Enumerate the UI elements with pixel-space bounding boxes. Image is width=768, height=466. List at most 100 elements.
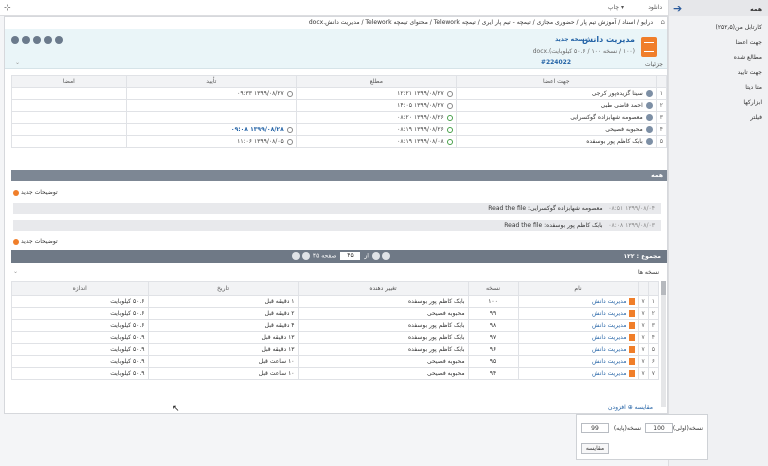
approvals-table: جهت اعضا مطلع تأیید امضا ۱ سینا گزیده‌پور… [11,75,667,148]
new-comment-link[interactable]: توضیحات جدید [13,189,58,196]
version-date: ۱۳ دقیقه قبل [147,331,299,344]
approval-row[interactable]: ۳ معصومه شهابزاده گوکسرایی ۱۳۹۹/۰۸/۲۶ ۰۸:۲… [11,111,667,124]
version-name-cell[interactable]: مدیریت دانش [517,307,639,320]
col-date[interactable]: تاریخ [147,281,299,296]
share-icon[interactable] [22,36,30,44]
compare-add-bar[interactable]: مقایسه ⊕ افزودن [608,404,653,411]
version-name-link[interactable]: مدیریت دانش [592,310,626,317]
first-page-icon[interactable] [292,252,300,260]
comment-text: ۱۳۹۹/۰۸/۰۴ ۰۸:۵۱ معصومه شهابزاده گوکسرای… [488,205,655,212]
version-name-link[interactable]: مدیریت دانش [592,298,626,305]
row-flag: ۷ [637,355,649,368]
version1-field[interactable]: 100 [645,423,673,433]
version-row[interactable]: ۶ ۷ مدیریت دانش ۹۵ محبوبه فصیحی ۱۰ ساعت قبل ۵۰… [11,355,660,368]
sidebar-item-read[interactable]: مطالع شده [734,54,762,61]
version-date: ۱۰ ساعت قبل [147,355,299,368]
version-row[interactable]: ۳ ۷ مدیریت دانش ۹۸ بابک کاظم پور بوسفده ۴ دقی… [11,319,660,332]
versions-scrollbar[interactable] [661,281,666,407]
sidebar-item-all[interactable]: همه [750,6,762,13]
new-comment-link[interactable]: توضیحات جدید [13,238,58,245]
edit-icon[interactable] [11,36,19,44]
approve-cell: ۱۳۹۹/۰۸/۲۷ ۰۹:۳۳ [125,87,297,100]
main-panel: ⌂ درایو / اسناد / آموزش تیم پار / حضوری … [4,16,668,414]
page-input[interactable]: ۴۵ [340,252,361,260]
prev-page-icon[interactable] [302,252,310,260]
history-icon[interactable] [44,36,52,44]
clock-icon [286,126,293,133]
version-name-link[interactable]: مدیریت دانش [592,334,626,341]
version-name-cell[interactable]: مدیریت دانش [517,343,639,356]
version-row[interactable]: ۷ ۷ مدیریت دانش ۹۴ محبوبه فصیحی ۱۰ ساعت قبل ۵۰… [11,367,660,380]
sidebar-item-inbox[interactable]: کارتابل من(۲۵۲٫۵) [715,24,762,31]
version-size: ۵۰.۹ کیلوبایت [11,355,149,368]
col-name[interactable]: نام [517,281,639,296]
sidebar-item-approval[interactable]: جهت تایید [738,69,762,76]
next-page-icon[interactable] [371,252,380,260]
print-button[interactable]: چاپ ▾ [608,4,624,11]
read-date: ۱۳۹۹/۰۸/۲۷ ۱۲:۲۱ [397,90,444,97]
version-row[interactable]: ۱ ۷ مدیریت دانش ۱۰۰ بابک کاظم پور بوسفده ۱ دق… [11,295,660,308]
status-icon [446,90,453,97]
read-date: ۱۳۹۹/۰۸/۲۶ ۰۸:۱۹ [397,126,444,133]
breadcrumb-path[interactable]: درایو / اسناد / آموزش تیم پار / حضوری مج… [309,19,653,26]
version-name-link[interactable]: مدیریت دانش [592,358,626,365]
last-page-icon[interactable] [381,252,390,260]
approval-row[interactable]: ۱ سینا گزیده‌پور کرجی ۱۳۹۹/۰۸/۲۷ ۱۲:۲۱ ۱۳۹۹… [11,87,667,100]
status-icon [446,138,453,145]
col-size[interactable]: اندازه [11,281,149,296]
version-row[interactable]: ۲ ۷ مدیریت دانش ۹۹ محبوبه فصیحی ۲ دقیقه قبل ۵۰… [11,307,660,320]
version2-field[interactable]: 99 [581,423,609,433]
sidebar-item-signing[interactable]: جهت اعضا [735,39,762,46]
col-flag [637,281,649,296]
avatar-icon [645,90,653,97]
status-icon [446,126,453,133]
of-label: از [364,252,369,260]
version-name-cell[interactable]: مدیریت دانش [517,355,639,368]
print-icon[interactable] [55,36,63,44]
version-name-cell[interactable]: مدیریت دانش [517,319,639,332]
sidebar-item-widgets[interactable]: ابزارکها [743,99,762,106]
compare-button[interactable]: مقایسه [581,443,609,454]
changer-name: محبوبه فصیحی [297,307,469,320]
filter-all-label[interactable]: همه [651,172,663,179]
col-version[interactable]: نسخه [467,281,519,296]
approve-cell [125,99,297,112]
back-arrow-icon[interactable]: ➔ [673,2,682,15]
approval-row[interactable]: ۲ احمد قاضی طبی ۱۳۹۹/۰۸/۲۷ ۱۴:۰۵ [11,99,667,112]
version-name-link[interactable]: مدیریت دانش [592,322,626,329]
approval-row[interactable]: ۵ بابک کاظم پور بوسفده ۱۳۹۹/۰۸/۰۸ ۰۸:۱۹ ۱۳۹… [11,135,667,148]
version-name-link[interactable]: مدیریت دانش [592,370,626,377]
sidebar-item-filter[interactable]: فیلتر [750,114,762,121]
chevron-down-icon[interactable]: ⌄ [13,268,18,275]
document-number[interactable]: #224022 [541,59,571,66]
version-size: ۵۰.۹ کیلوبایت [11,367,149,380]
link-icon[interactable] [33,36,41,44]
home-icon[interactable]: ⌂ [661,18,665,26]
comments-filter-bar: همه [11,170,667,181]
file-icon [628,358,635,365]
col-changer[interactable]: تغییر دهنده [297,281,469,296]
comment-text: ۱۳۹۹/۰۸/۰۳ ۰۸:۰۸ بابک کاظم پور بوسفده: R… [504,222,655,229]
row-flag: ۷ [637,295,649,308]
sidebar-item-metadata[interactable]: متا دیتا [745,84,762,91]
file-icon [628,346,635,353]
grid-icon[interactable]: ⊹ [4,3,14,13]
approval-row[interactable]: ۴ محبوبه فصیحی ۱۳۹۹/۰۸/۲۶ ۰۸:۱۹ ۱۳۹۹/۰۸/۲۸ … [11,123,667,136]
version-name-link[interactable]: مدیریت دانش [592,346,626,353]
version-name-cell[interactable]: مدیریت دانش [517,331,639,344]
version-name-cell[interactable]: مدیریت دانش [517,295,639,308]
details-label[interactable]: جزئیات [645,61,663,68]
scrollbar-thumb[interactable] [661,281,666,295]
version-name-cell[interactable]: مدیریت دانش [517,367,639,380]
row-number: ۷ [647,367,660,380]
mouse-cursor-icon: ↖ [172,404,180,414]
version-date: ۴ دقیقه قبل [147,319,299,332]
new-version-button[interactable]: نسخه جدید [555,36,587,43]
version-row[interactable]: ۴ ۷ مدیریت دانش ۹۷ بابک کاظم پور بوسفده ۱۳ دق… [11,331,660,344]
clock-icon [286,138,293,145]
document-icon [641,37,657,57]
chevron-down-icon[interactable]: ⌄ [15,59,20,66]
download-button[interactable]: دانلود [648,4,662,11]
version-row[interactable]: ۵ ۷ مدیریت دانش ۹۶ بابک کاظم پور بوسفده ۱۳ دق… [11,343,660,356]
version-number: ۹۵ [467,355,519,368]
